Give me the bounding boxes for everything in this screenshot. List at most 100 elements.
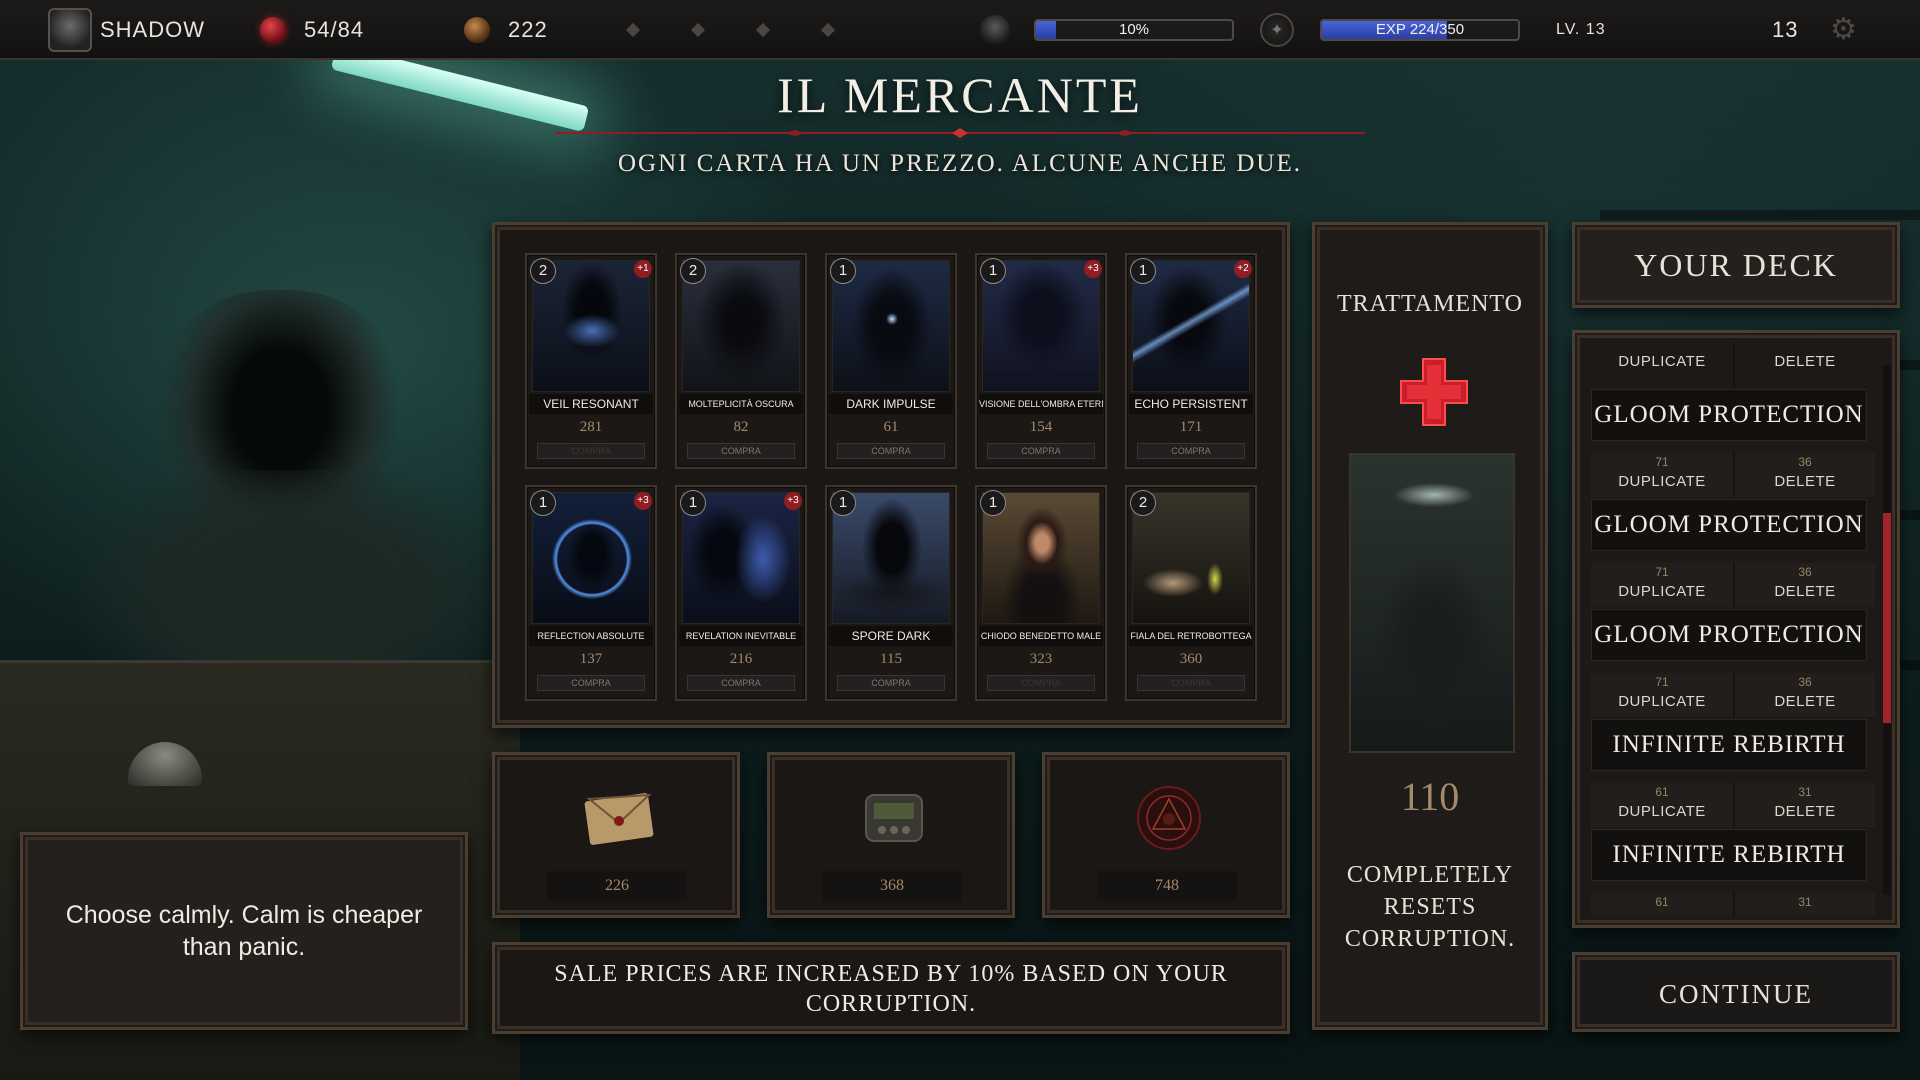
duplicate-label: DUPLICATE — [1618, 583, 1706, 600]
shop-card[interactable]: 2 +1 VEIL RESONANT 281 COMPRA — [525, 253, 657, 469]
relic-slot-sigil[interactable]: 748 — [1042, 752, 1290, 918]
card-name: MOLTEPLICITÀ OSCURA — [679, 394, 803, 414]
card-buy-button[interactable]: COMPRA — [537, 675, 645, 691]
duplicate-button[interactable]: DUPLICATE — [1591, 343, 1733, 387]
deck-card[interactable]: INFINITE REBIRTH — [1591, 829, 1867, 881]
letter-icon — [584, 793, 654, 845]
mask-icon — [980, 15, 1010, 45]
card-energy-cost: 1 — [830, 258, 856, 284]
delete-button[interactable]: 31 — [1733, 893, 1875, 915]
card-buy-button[interactable]: COMPRA — [687, 675, 795, 691]
relic-slot-letter[interactable]: 226 — [492, 752, 740, 918]
diamond-icon — [625, 22, 641, 38]
delete-label: DELETE — [1774, 693, 1836, 710]
duplicate-label: DUPLICATE — [1618, 803, 1706, 820]
card-buy-button[interactable]: COMPRA — [837, 675, 945, 691]
deck-card[interactable]: GLOOM PROTECTION — [1591, 609, 1867, 661]
card-price: 360 — [1179, 651, 1203, 667]
shop-card[interactable]: 1 +3 VISIONE DELL'OMBRA ETERNA 154 COMPRA — [975, 253, 1107, 469]
card-energy-cost: 2 — [1130, 490, 1156, 516]
avatar[interactable] — [48, 8, 92, 52]
deck-card[interactable]: GLOOM PROTECTION — [1591, 389, 1867, 441]
top-status-bar: SHADOW 54/84 222 10% ✦ EXP 224/350 LV. 1… — [0, 0, 1920, 60]
card-name: DARK IMPULSE — [829, 394, 953, 414]
deck-entry-actions: DUPLICATE DELETE — [1591, 343, 1875, 387]
delete-button[interactable]: 36 DELETE — [1733, 453, 1875, 497]
compass-icon[interactable]: ✦ — [1260, 13, 1294, 47]
delete-price: 36 — [1798, 675, 1812, 689]
pager-icon — [865, 794, 923, 842]
shop-card[interactable]: 1 SPORE DARK 115 COMPRA — [825, 485, 957, 701]
gear-icon[interactable]: ⚙ — [1830, 15, 1857, 45]
your-deck-header: YOUR DECK — [1572, 222, 1900, 308]
gold-value: 222 — [508, 17, 548, 42]
shop-card[interactable]: 1 CHIODO BENEDETTO MALE 323 COMPRA — [975, 485, 1107, 701]
duplicate-button[interactable]: 61 — [1591, 893, 1733, 915]
card-price: 115 — [880, 651, 902, 667]
card-buy-button[interactable]: COMPRA — [1137, 675, 1245, 691]
duplicate-price: 71 — [1655, 675, 1669, 689]
card-energy-cost: 1 — [980, 258, 1006, 284]
continue-button[interactable]: CONTINUE — [1572, 952, 1900, 1032]
relic-slot-pager[interactable]: 368 — [767, 752, 1015, 918]
duplicate-label: DUPLICATE — [1618, 353, 1706, 370]
deck-scrollbar-thumb[interactable] — [1883, 513, 1891, 723]
shop-card[interactable]: 2 FIALA DEL RETROBOTTEGA 360 COMPRA — [1125, 485, 1257, 701]
duplicate-button[interactable]: 71 DUPLICATE — [1591, 673, 1733, 717]
treatment-room-image — [1349, 453, 1515, 753]
duplicate-button[interactable]: 61 DUPLICATE — [1591, 783, 1733, 827]
treatment-title: TRATTAMENTO — [1337, 291, 1523, 317]
shop-card[interactable]: 1 +3 REVELATION INEVITABLE 216 COMPRA — [675, 485, 807, 701]
card-name: VISIONE DELL'OMBRA ETERNA — [979, 394, 1103, 414]
card-name: REVELATION INEVITABLE — [679, 626, 803, 646]
delete-button[interactable]: 36 DELETE — [1733, 673, 1875, 717]
card-price: 323 — [1029, 651, 1053, 667]
shop-card[interactable]: 2 MOLTEPLICITÀ OSCURA 82 COMPRA — [675, 253, 807, 469]
corruption-bar-label: 10% — [1118, 21, 1150, 38]
delete-label: DELETE — [1774, 803, 1836, 820]
diamond-icon — [690, 22, 706, 38]
medical-cross-icon — [1400, 358, 1468, 426]
card-buy-button[interactable]: COMPRA — [537, 443, 645, 459]
heart-icon — [260, 17, 286, 43]
page-title: IL MERCANTE — [777, 67, 1143, 123]
deck-card[interactable]: INFINITE REBIRTH — [1591, 719, 1867, 771]
page-subtitle: OGNI CARTA HA UN PREZZO. ALCUNE ANCHE DU… — [618, 150, 1302, 177]
duplicate-label: DUPLICATE — [1618, 693, 1706, 710]
card-name: ECHO PERSISTENT — [1129, 394, 1253, 414]
shop-card-grid: 2 +1 VEIL RESONANT 281 COMPRA 2 MOLTEPLICITÀ O… — [492, 222, 1290, 728]
card-buy-button[interactable]: COMPRA — [837, 443, 945, 459]
delete-label: DELETE — [1774, 353, 1836, 370]
delete-button[interactable]: 31 DELETE — [1733, 783, 1875, 827]
card-buy-button[interactable]: COMPRA — [987, 443, 1095, 459]
card-name: CHIODO BENEDETTO MALE — [979, 626, 1103, 646]
card-energy-cost: 2 — [680, 258, 706, 284]
card-buy-button[interactable]: COMPRA — [987, 675, 1095, 691]
duplicate-button[interactable]: 71 DUPLICATE — [1591, 453, 1733, 497]
player-portrait[interactable] — [48, 0, 92, 60]
card-energy-cost: 1 — [830, 490, 856, 516]
duplicate-button[interactable]: 71 DUPLICATE — [1591, 563, 1733, 607]
deck-scrollbar[interactable] — [1883, 365, 1891, 895]
card-buy-button[interactable]: COMPRA — [687, 443, 795, 459]
shop-card[interactable]: 1 +3 REFLECTION ABSOLUTE 137 COMPRA — [525, 485, 657, 701]
treatment-panel[interactable]: TRATTAMENTO 110 COMPLETELY RESETS CORRUP… — [1312, 222, 1548, 1030]
card-buy-button[interactable]: COMPRA — [1137, 443, 1245, 459]
delete-price: 31 — [1798, 895, 1812, 909]
card-upgrade-badge: +2 — [1234, 260, 1252, 278]
card-energy-cost: 1 — [980, 490, 1006, 516]
deck-entry-actions: 71 DUPLICATE 36 DELETE — [1591, 453, 1875, 497]
delete-price: 36 — [1798, 565, 1812, 579]
duplicate-price: 61 — [1655, 895, 1669, 909]
shop-card[interactable]: 1 +2 ECHO PERSISTENT 171 COMPRA — [1125, 253, 1257, 469]
delete-price: 36 — [1798, 455, 1812, 469]
continue-button-label: CONTINUE — [1659, 979, 1813, 1009]
card-price: 281 — [579, 419, 603, 435]
delete-button[interactable]: 36 DELETE — [1733, 563, 1875, 607]
deck-card[interactable]: GLOOM PROTECTION — [1591, 499, 1867, 551]
delete-button[interactable]: DELETE — [1733, 343, 1875, 387]
shop-card[interactable]: 1 DARK IMPULSE 61 COMPRA — [825, 253, 957, 469]
relic-price: 368 — [822, 871, 962, 901]
deck-list[interactable]: DUPLICATE DELETE GLOOM PROTECTION 71 DUPLICA… — [1572, 330, 1900, 928]
level-label: LV. 13 — [1556, 21, 1606, 38]
